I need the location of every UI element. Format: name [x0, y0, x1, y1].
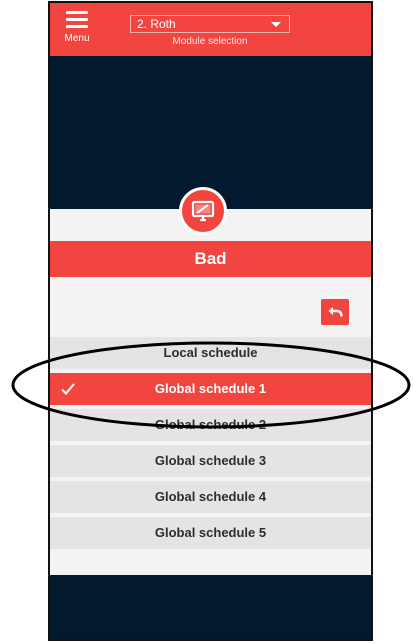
schedule-label: Global schedule 2 [154, 417, 267, 432]
bottom-area [50, 575, 371, 639]
menu-label: Menu [64, 33, 90, 44]
schedule-option-global-4[interactable]: Global schedule 4 [50, 481, 371, 513]
hamburger-icon [66, 11, 88, 29]
app-frame: Menu 2. Roth Module selection Bad Local … [48, 1, 373, 641]
module-selection-caption: Module selection [172, 36, 248, 47]
chevron-down-icon [271, 22, 281, 27]
schedule-label: Global schedule 4 [154, 489, 267, 504]
schedule-label: Global schedule 5 [154, 525, 267, 540]
schedule-label: Local schedule [163, 345, 258, 360]
schedule-option-global-1[interactable]: Global schedule 1 [50, 373, 371, 405]
schedule-label: Global schedule 1 [154, 381, 267, 396]
module-selected-value: 2. Roth [137, 17, 176, 31]
monitor-icon [191, 200, 215, 222]
schedule-label: Global schedule 3 [154, 453, 267, 468]
back-arrow-icon [328, 307, 343, 317]
room-title: Bad [50, 241, 371, 277]
schedule-option-global-2[interactable]: Global schedule 2 [50, 409, 371, 441]
room-icon-badge [179, 187, 227, 235]
top-bar: Menu 2. Roth Module selection [50, 3, 371, 56]
checkmark-icon [61, 383, 75, 395]
schedule-option-local[interactable]: Local schedule [50, 337, 371, 369]
back-button[interactable] [321, 299, 349, 325]
menu-button[interactable]: Menu [60, 9, 94, 51]
schedule-option-global-5[interactable]: Global schedule 5 [50, 517, 371, 549]
schedule-list: Local schedule Global schedule 1 Global … [50, 337, 371, 553]
schedule-option-global-3[interactable]: Global schedule 3 [50, 445, 371, 477]
module-selector[interactable]: 2. Roth [130, 15, 290, 33]
